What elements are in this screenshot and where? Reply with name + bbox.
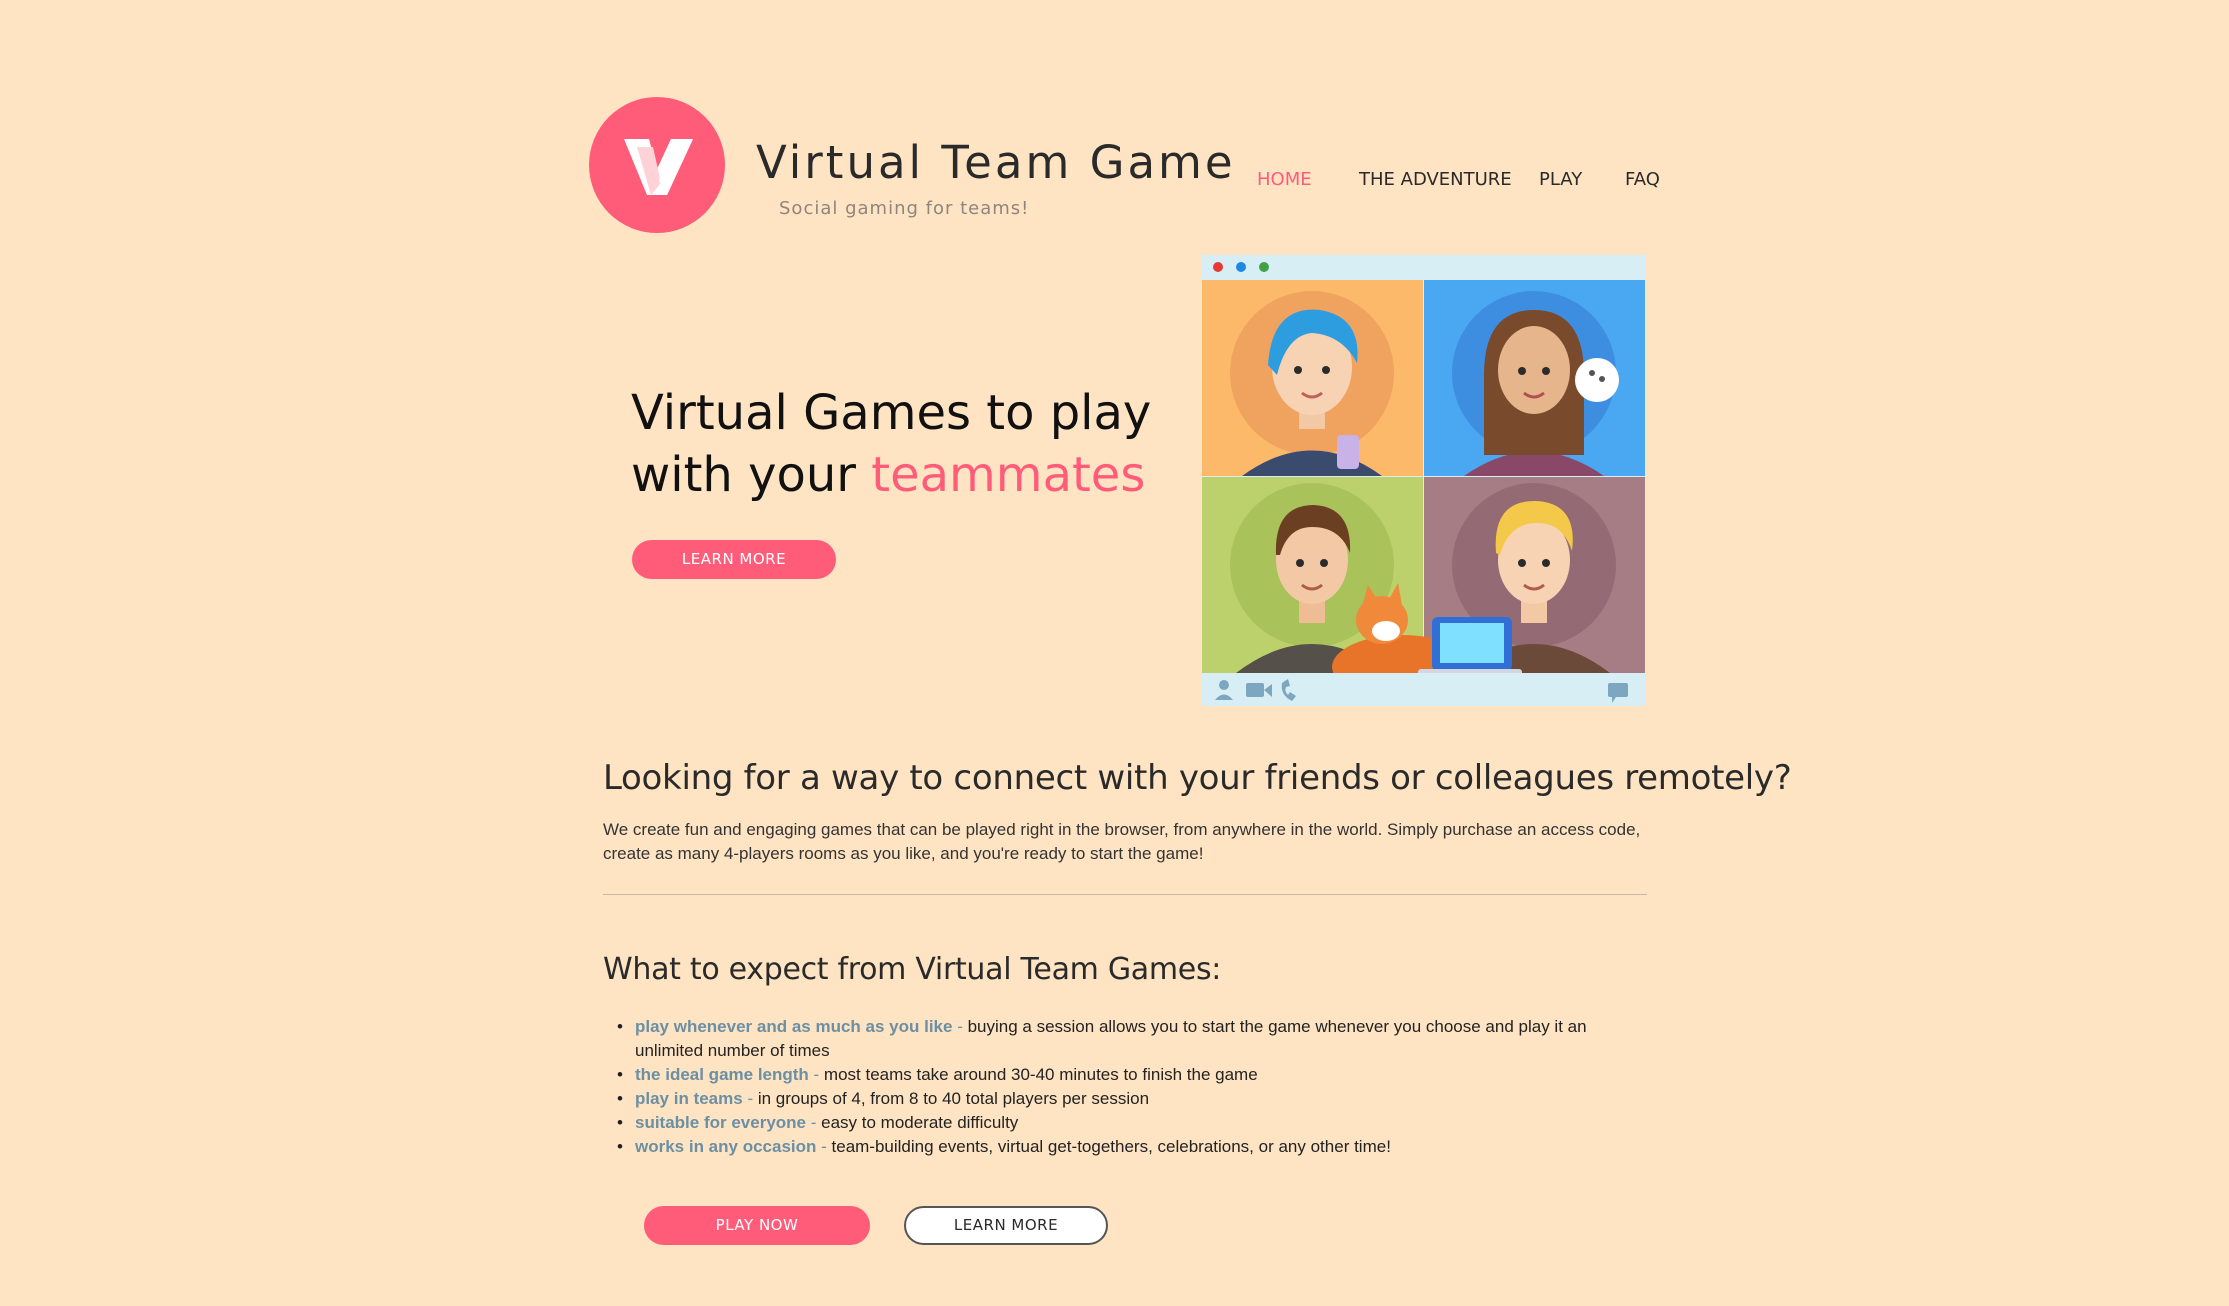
feature-key: works in any occasion: [635, 1137, 817, 1156]
feature-list: • play whenever and as much as you like -…: [617, 1015, 1617, 1159]
intro-heading: Looking for a way to connect with your f…: [603, 758, 1792, 798]
nav-home[interactable]: HOME: [1257, 169, 1312, 190]
list-item: • works in any occasion - team-building e…: [617, 1137, 1391, 1156]
window-dot-red: [1213, 262, 1223, 272]
chat-icon: [1608, 683, 1628, 697]
feature-desc: most teams take around 30-40 minutes to …: [823, 1065, 1258, 1084]
user-icon: [1219, 680, 1229, 690]
v-logo-icon: [624, 139, 693, 195]
hero-heading: Virtual Games to play with your teammate…: [631, 382, 1151, 506]
gamepad-icon: [1575, 358, 1619, 402]
site-tagline: Social gaming for teams!: [779, 198, 1030, 219]
list-item: • play in teams - in groups of 4, from 8 …: [617, 1089, 1150, 1108]
nav-faq[interactable]: FAQ: [1625, 169, 1660, 190]
window-dot-blue: [1236, 262, 1246, 272]
video-call-illustration: [1202, 255, 1645, 706]
feature-key: the ideal game length: [635, 1065, 809, 1084]
video-icon: [1246, 683, 1264, 697]
nav-the-adventure[interactable]: THE ADVENTURE: [1359, 169, 1512, 190]
hero-line-1: Virtual Games to play: [631, 385, 1152, 441]
intro-text: We create fun and engaging games that ca…: [603, 820, 1641, 863]
nav-play[interactable]: PLAY: [1539, 169, 1582, 190]
hero-line-2: with your teammates: [631, 444, 1151, 506]
hero-learn-more-button[interactable]: LEARN MORE: [632, 540, 836, 579]
feature-key: play whenever and as much as you like: [635, 1017, 953, 1036]
feature-desc: team-building events, virtual get-togeth…: [831, 1137, 1391, 1156]
site-title[interactable]: Virtual Team Game: [756, 136, 1236, 189]
expect-heading: What to expect from Virtual Team Games:: [603, 952, 1222, 987]
hero-line-2-prefix: with your: [631, 447, 872, 503]
hero-accent-word: teammates: [871, 447, 1146, 503]
feature-desc: in groups of 4, from 8 to 40 total playe…: [757, 1089, 1150, 1108]
list-item: • the ideal game length - most teams take…: [617, 1065, 1258, 1084]
window-dot-green: [1259, 262, 1269, 272]
list-item: • play whenever and as much as you like -…: [617, 1017, 1587, 1060]
feature-key: play in teams: [635, 1089, 743, 1108]
learn-more-button[interactable]: LEARN MORE: [904, 1206, 1108, 1245]
list-item: • suitable for everyone - easy to moderat…: [617, 1113, 1019, 1132]
section-divider: [603, 894, 1647, 895]
logo[interactable]: [589, 97, 725, 233]
page: Virtual Team Game Social gaming for team…: [0, 0, 2229, 1306]
feature-desc: easy to moderate difficulty: [821, 1113, 1019, 1132]
feature-key: suitable for everyone: [635, 1113, 807, 1132]
play-now-button[interactable]: PLAY NOW: [644, 1206, 870, 1245]
